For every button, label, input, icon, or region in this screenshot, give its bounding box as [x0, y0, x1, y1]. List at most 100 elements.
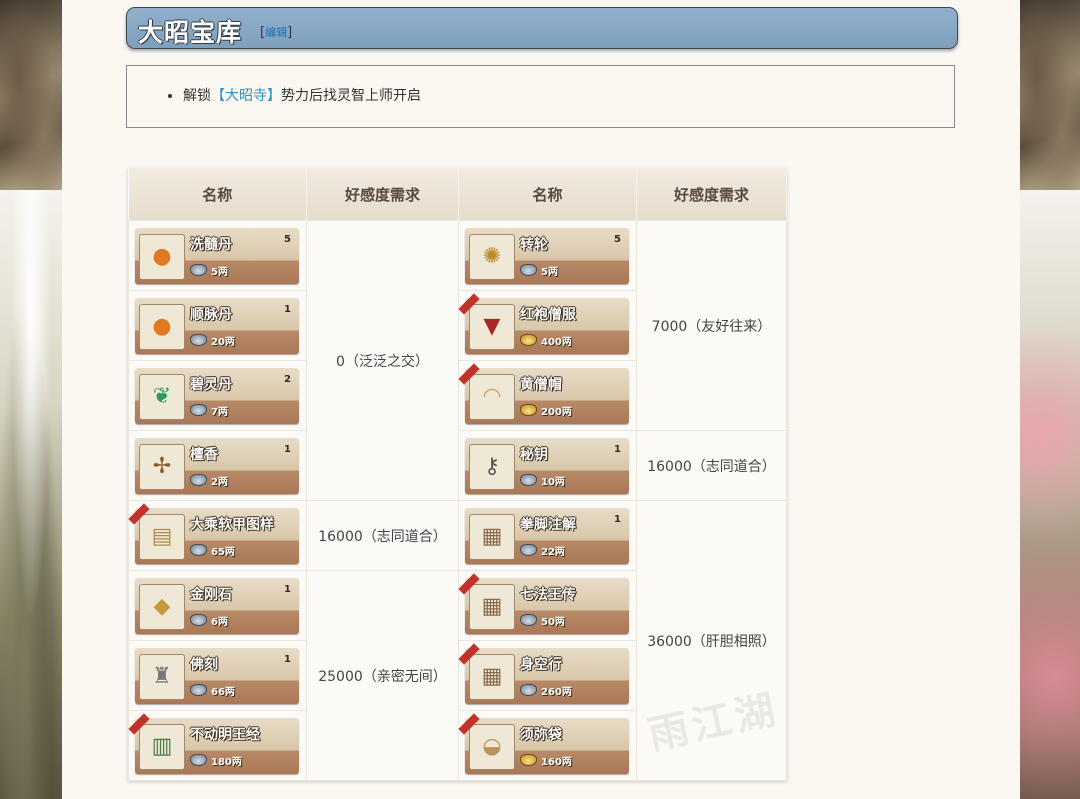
- item-price: 5两: [520, 263, 558, 278]
- item-card[interactable]: ▼ 红袍僧服 400两: [458, 292, 629, 354]
- column-header-name[interactable]: 名称: [128, 168, 307, 221]
- item-cell: ◒ 须弥袋 160两: [458, 710, 637, 781]
- item-price: 160两: [520, 753, 572, 768]
- item-name: 檀香: [190, 446, 218, 463]
- dan-icon: ●: [139, 233, 185, 280]
- item-name: 秘钥: [520, 446, 548, 463]
- column-header-requirement[interactable]: 好感度需求: [306, 168, 459, 221]
- item-card[interactable]: ◒ 须弥袋 160两: [458, 712, 629, 774]
- item-name: 转轮: [520, 236, 548, 253]
- item-card[interactable]: ◆ 金刚石 1 6两: [135, 577, 299, 634]
- item-price: 2两: [190, 473, 228, 488]
- item-cell: ❦ 碧灵丹 2 7两: [128, 360, 307, 431]
- item-name: 碧灵丹: [190, 376, 232, 393]
- dan-icon: ●: [139, 303, 185, 350]
- edit-link[interactable]: 编辑: [265, 26, 287, 39]
- item-card[interactable]: ✢ 檀香 1 2两: [135, 437, 299, 494]
- item-card[interactable]: ▥ 不动明王经 180两: [128, 712, 299, 774]
- silver-coin-icon: [520, 684, 537, 696]
- unlock-hint: 解锁【大昭寺】势力后找灵智上师开启: [183, 86, 421, 106]
- silver-coin-icon: [190, 474, 207, 486]
- item-price-value: 5两: [211, 266, 228, 278]
- item-card[interactable]: ▦ 拳脚注解 1 22两: [465, 507, 629, 564]
- gold-coin-icon: [520, 404, 537, 416]
- silver-coin-icon: [520, 544, 537, 556]
- item-name: 不动明王经: [190, 726, 260, 743]
- item-card[interactable]: ● 顺脉丹 1 20两: [135, 297, 299, 354]
- bag-icon: ◒: [469, 723, 515, 770]
- item-cell: ▦ 身空行 260两: [458, 640, 637, 711]
- item-cell: ▼ 红袍僧服 400两: [458, 290, 637, 361]
- item-price-value: 2两: [211, 476, 228, 488]
- stone-icon: ◆: [139, 583, 185, 630]
- item-card[interactable]: ♜ 佛刻 1 66两: [135, 647, 299, 704]
- gold-coin-icon: [520, 334, 537, 346]
- item-cell: ⚷ 秘钥 1 10两: [458, 430, 637, 501]
- item-price-value: 7两: [211, 406, 228, 418]
- item-count: 1: [614, 443, 621, 455]
- content-panel: 大昭宝库 [编辑] 解锁【大昭寺】势力后找灵智上师开启 名称 好感度需求 名称 …: [62, 0, 1020, 799]
- item-card[interactable]: ◠ 黄僧帽 200两: [458, 362, 629, 424]
- item-cell: ♜ 佛刻 1 66两: [128, 640, 307, 711]
- silver-coin-icon: [190, 264, 207, 276]
- item-price: 66两: [190, 683, 235, 698]
- book-icon: ▦: [469, 513, 515, 560]
- column-header-name[interactable]: 名称: [458, 168, 637, 221]
- silver-coin-icon: [190, 544, 207, 556]
- wheel-icon: ✺: [469, 233, 515, 280]
- item-price: 50两: [520, 613, 565, 628]
- item-count: 1: [284, 653, 291, 665]
- background-left: [0, 0, 62, 799]
- statue-icon: ♜: [139, 653, 185, 700]
- item-price-value: 50两: [541, 616, 565, 628]
- robe-icon: ▼: [469, 303, 515, 350]
- requirement-cell: 7000（友好往来）: [636, 220, 787, 431]
- item-name: 洗髓丹: [190, 236, 232, 253]
- item-name: 金刚石: [190, 586, 232, 603]
- background-right: [1018, 0, 1080, 799]
- column-header-requirement[interactable]: 好感度需求: [636, 168, 787, 221]
- item-count: 5: [284, 233, 291, 245]
- item-cell: ● 顺脉丹 1 20两: [128, 290, 307, 361]
- item-price-value: 66两: [211, 686, 235, 698]
- item-price: 400两: [520, 333, 572, 348]
- item-price-value: 180两: [211, 756, 242, 768]
- item-card[interactable]: ✺ 转轮 5 5两: [465, 227, 629, 284]
- faction-link[interactable]: 【大昭寺】: [211, 88, 281, 104]
- item-card[interactable]: ▦ 七法王传 50两: [458, 572, 629, 634]
- item-price-value: 260两: [541, 686, 572, 698]
- item-cell: ▦ 拳脚注解 1 22两: [458, 500, 637, 571]
- item-price-value: 6两: [211, 616, 228, 628]
- item-card[interactable]: ❦ 碧灵丹 2 7两: [135, 367, 299, 424]
- item-card[interactable]: ▦ 身空行 260两: [458, 642, 629, 704]
- item-count: 1: [284, 443, 291, 455]
- requirement-cell: 16000（志同道合）: [636, 430, 787, 501]
- book-icon: ▦: [469, 653, 515, 700]
- item-card[interactable]: ⚷ 秘钥 1 10两: [465, 437, 629, 494]
- item-price-value: 5两: [541, 266, 558, 278]
- unlock-prefix: 解锁: [183, 88, 211, 104]
- silver-coin-icon: [520, 474, 537, 486]
- book-icon: ▦: [469, 583, 515, 630]
- item-price: 10两: [520, 473, 565, 488]
- silver-coin-icon: [190, 684, 207, 696]
- leaf-icon: ❦: [139, 373, 185, 420]
- item-count: 1: [284, 303, 291, 315]
- item-card[interactable]: ▤ 大乘软甲图样 65两: [128, 502, 299, 564]
- table-row: ● 洗髓丹 5 5两 0（泛泛之交） ✺ 转轮 5 5两 7000（友好往来）: [128, 220, 787, 501]
- item-cell: ▥ 不动明王经 180两: [128, 710, 307, 781]
- item-name: 七法王传: [520, 586, 576, 603]
- item-price-value: 20两: [211, 336, 235, 348]
- item-card[interactable]: ● 洗髓丹 5 5两: [135, 227, 299, 284]
- item-cell: ✺ 转轮 5 5两: [458, 220, 637, 291]
- item-cell: ◠ 黄僧帽 200两: [458, 360, 637, 431]
- item-cell: ▦ 七法王传 50两: [458, 570, 637, 641]
- item-name: 大乘软甲图样: [190, 516, 274, 533]
- item-price: 180两: [190, 753, 242, 768]
- requirement-cell: 25000（亲密无间）: [306, 570, 459, 781]
- item-name: 红袍僧服: [520, 306, 576, 323]
- item-cell: ◆ 金刚石 1 6两: [128, 570, 307, 641]
- item-name: 顺脉丹: [190, 306, 232, 323]
- silver-coin-icon: [190, 614, 207, 626]
- page-title: 大昭宝库: [138, 18, 243, 47]
